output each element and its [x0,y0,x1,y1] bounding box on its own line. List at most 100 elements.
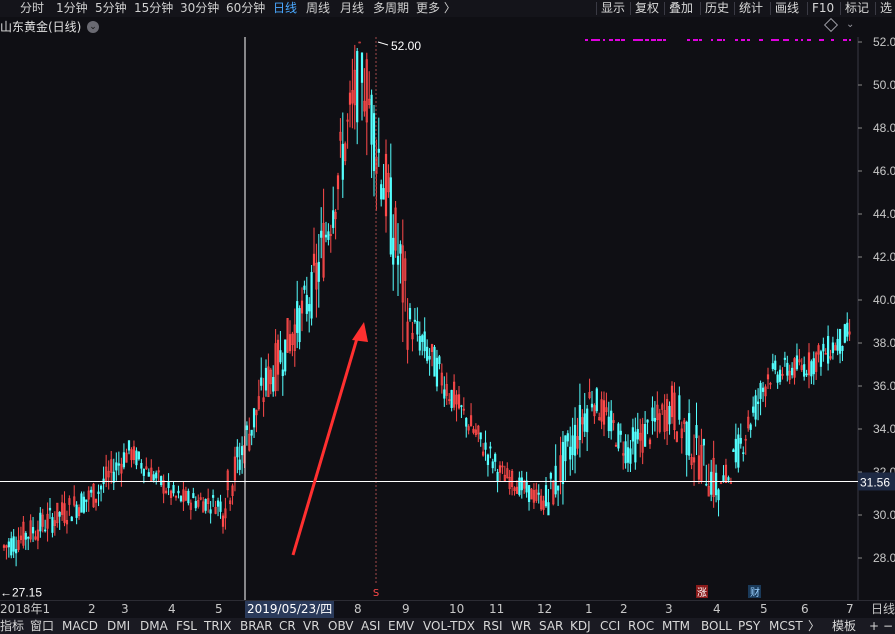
candle-body [719,482,723,485]
period-tab-7[interactable]: 周线 [306,0,330,17]
candle-body [739,437,742,444]
candle-body [264,367,268,391]
indicator-tab-12[interactable]: EMV [388,618,414,634]
indicator-tab-10[interactable]: OBV [328,618,354,634]
period-tab-6[interactable]: 日线 [273,0,297,17]
candle-body [392,237,395,265]
price-tick-label: 34.00 [873,422,895,436]
signal-mark [687,39,690,41]
annotation-arrow-shaft [291,334,360,556]
candle-body [90,489,93,493]
candle-body [705,483,708,486]
candle-body [827,336,830,364]
candle-body [810,361,813,377]
candle-body [695,425,698,439]
candle-body [204,499,207,511]
indicator-tab-7[interactable]: BRAR [240,618,273,634]
period-tab-8[interactable]: 月线 [340,0,364,17]
toolbar-action-1[interactable]: 复权 [635,0,659,17]
indicator-tab-6[interactable]: TRIX [204,618,231,634]
period-tab-2[interactable]: 5分钟 [95,0,127,17]
period-tab-9[interactable]: 多周期 [373,0,409,17]
indicator-right-0[interactable]: 模板 [832,618,856,634]
indicator-tab-0[interactable]: 指标 [0,618,24,634]
candle-body [7,541,10,548]
indicator-tab-4[interactable]: DMA [140,618,168,634]
candle-body [421,335,424,342]
indicator-tab-1[interactable]: 窗口 [30,618,54,634]
indicator-tab-5[interactable]: FSL [176,618,197,634]
indicator-tab-11[interactable]: ASI [361,618,380,634]
date-axis: 2018年1 2 3 4 5 2019/05/23/四 8 9 10 11 12 1 2 3 4 5 6 7 日线 [0,600,895,618]
signal-mark [723,39,725,41]
candle-body [298,308,301,343]
toolbar-action-7[interactable]: 标记 [845,0,869,17]
candle-body [496,471,499,482]
candle-body [179,495,183,502]
indicator-tab-17[interactable]: KDJ [570,618,591,634]
title-dropdown-icon[interactable]: ⌄ [87,21,99,33]
indicator-tab-16[interactable]: SAR [539,618,563,634]
signal-mark [783,39,789,41]
date-label: 2 [620,602,628,616]
indicator-tab-13[interactable]: VOL-TDX [423,618,475,634]
toolbar-action-5[interactable]: 画线 [775,0,799,17]
marker-cai[interactable]: 财 [750,586,760,599]
candle-body [586,408,589,433]
toolbar-action-3[interactable]: 历史 [705,0,729,17]
candle-body [460,405,463,407]
indicator-right-1[interactable]: + [869,618,879,634]
candle-body [841,345,844,351]
candle-body [722,475,725,482]
indicator-tab-19[interactable]: ROC [628,618,654,634]
top-toolbar: 分时 1分钟 5分钟 15分钟 30分钟 60分钟 日线 周线 月线 多周期 更多 〉 显示 复权 叠加… [0,0,895,17]
indicator-tab-3[interactable]: DMI [107,618,130,634]
candle-body [212,495,215,498]
indicator-tab-18[interactable]: CCI [600,618,620,634]
indicator-tab-8[interactable]: CR [279,618,296,634]
indicator-tab-9[interactable]: VR [303,618,320,634]
candle-body [44,529,47,532]
toolbar-action-6[interactable]: F10 [812,0,834,17]
indicator-tab-24[interactable]: 〉 [808,618,820,634]
chevron-down-icon[interactable]: ⌄ [846,19,854,30]
indicator-right-2[interactable]: − [883,618,893,634]
period-tab-10[interactable]: 更多 〉 [416,0,456,17]
candle-body [324,234,328,238]
signal-mark [795,39,798,41]
candle-body [356,51,359,123]
period-tab-1[interactable]: 1分钟 [56,0,88,17]
toolbar-action-2[interactable]: 叠加 [669,0,693,17]
indicator-tab-21[interactable]: BOLL [701,618,732,634]
toolbar-action-0[interactable]: 显示 [601,0,625,17]
period-tab-0[interactable]: 分时 [20,0,44,17]
candle-body [752,406,755,413]
indicator-tab-20[interactable]: MTM [662,618,690,634]
marker-s[interactable]: S [373,588,379,599]
candle-body [250,429,253,436]
toolbar-action-4[interactable]: 统计 [739,0,763,17]
candle-body [537,492,540,495]
date-label: 5 [760,602,768,616]
indicator-tab-22[interactable]: PSY [738,618,760,634]
toolbar-action-8[interactable]: 选 [880,0,892,17]
indicator-tab-14[interactable]: RSI [483,618,503,634]
candle-body [140,462,143,469]
candle-body [754,395,757,420]
candlestick-chart[interactable]: 52.00 50.00 48.00 46.00 44.00 42.00 40.00 38.00… [0,37,895,600]
candle-body [729,482,732,485]
candle-body [578,405,581,440]
indicator-tab-15[interactable]: WR [511,618,531,634]
period-tab-3[interactable]: 15分钟 [134,0,173,17]
signal-mark [831,39,834,41]
signal-mark [717,39,722,41]
period-tab-5[interactable]: 60分钟 [226,0,265,17]
marker-zhang[interactable]: 涨 [697,587,707,599]
period-tab-4[interactable]: 30分钟 [180,0,219,17]
signal-mark [735,39,738,41]
candle-body [566,433,569,442]
indicator-tab-23[interactable]: MCST [769,618,803,634]
candle-body [97,491,100,494]
indicator-tab-2[interactable]: MACD [62,618,98,634]
date-label: 5 [215,602,223,616]
